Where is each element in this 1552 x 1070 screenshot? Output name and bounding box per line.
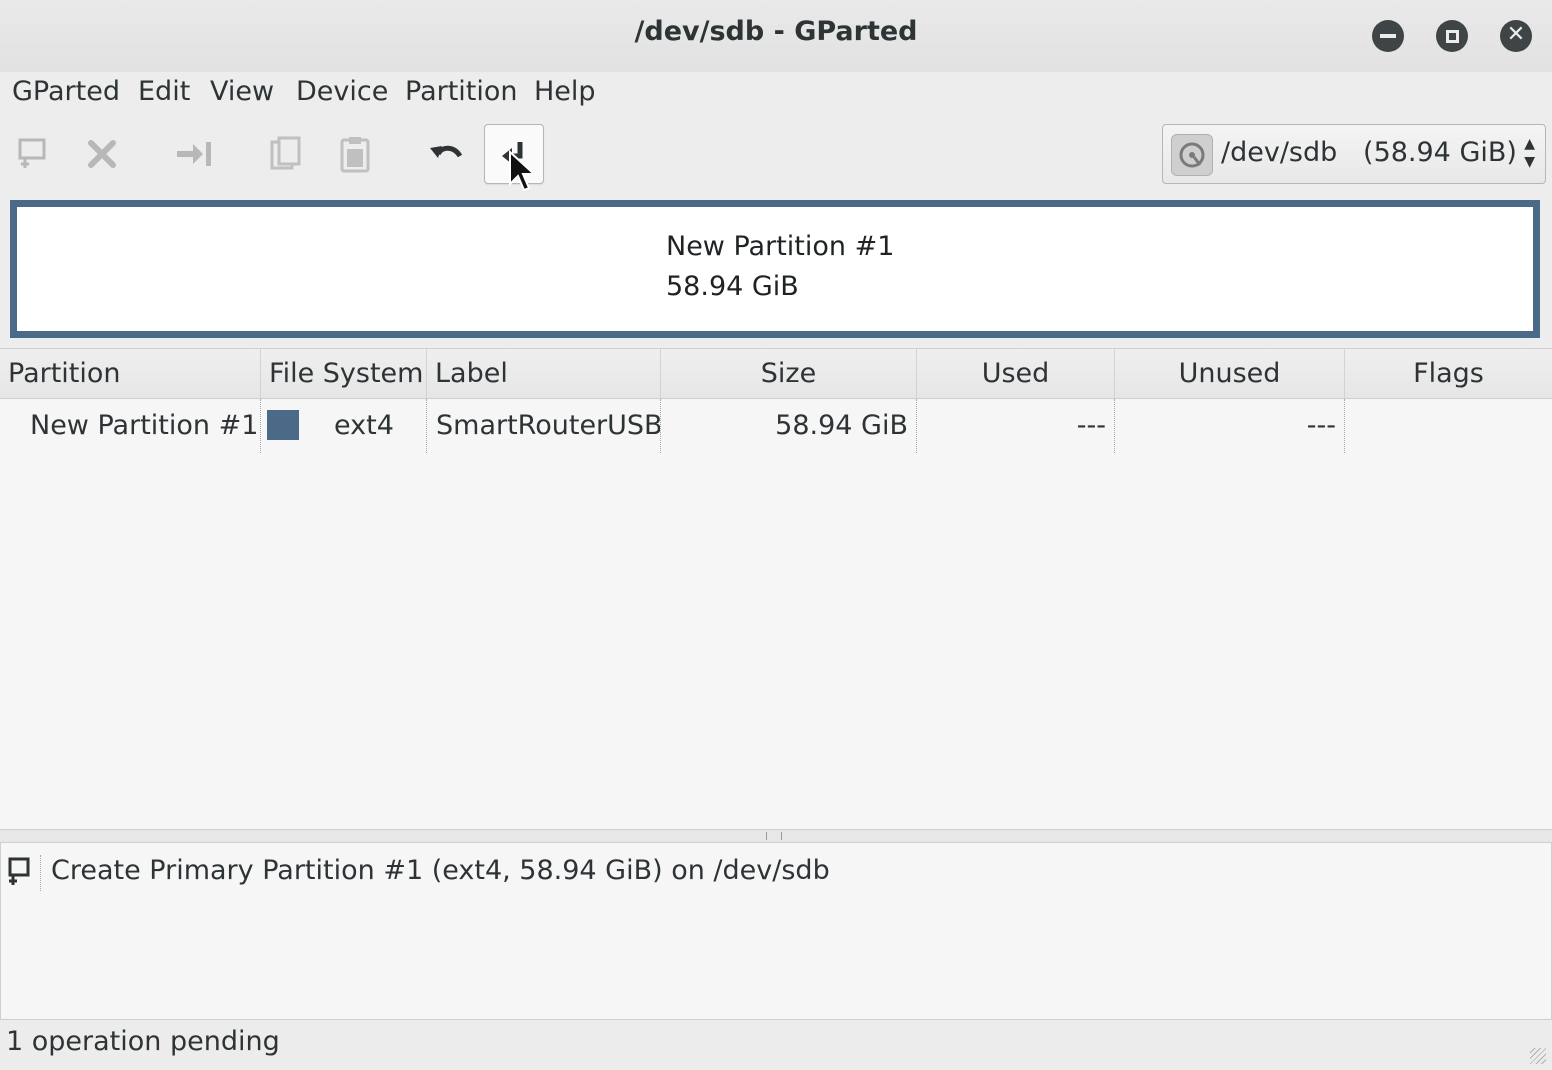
menu-edit[interactable]: Edit bbox=[138, 76, 190, 107]
cell-flags bbox=[1345, 399, 1552, 453]
cell-size: 58.94 GiB bbox=[661, 399, 917, 453]
cell-unused: --- bbox=[1115, 399, 1345, 453]
device-selector[interactable]: /dev/sdb (58.94 GiB) ▲ ▼ bbox=[1162, 124, 1546, 184]
operation-text: Create Primary Partition #1 (ext4, 58.94… bbox=[51, 855, 830, 886]
device-selector-label: /dev/sdb (58.94 GiB) bbox=[1221, 137, 1517, 168]
column-header-file-system[interactable]: File System bbox=[261, 349, 427, 398]
close-icon: ✕ bbox=[1506, 22, 1526, 47]
splitter-grip-icon bbox=[766, 832, 782, 840]
new-partition-icon bbox=[5, 855, 41, 891]
paste-icon bbox=[340, 137, 370, 173]
partition-block[interactable]: New Partition #1 58.94 GiB bbox=[17, 207, 1533, 331]
title-bar[interactable]: /dev/sdb - GParted ✕ bbox=[0, 0, 1552, 72]
column-header-unused[interactable]: Unused bbox=[1115, 349, 1345, 398]
table-header: Partition File System Label Size Used Un… bbox=[0, 349, 1552, 399]
column-header-label[interactable]: Label bbox=[427, 349, 661, 398]
toolbar: /dev/sdb (58.94 GiB) ▲ ▼ bbox=[0, 118, 1552, 194]
minimize-button[interactable] bbox=[1372, 20, 1404, 52]
spin-arrows-icon: ▲ ▼ bbox=[1524, 136, 1535, 170]
resize-move-button[interactable] bbox=[164, 124, 224, 184]
window-title: /dev/sdb - GParted bbox=[634, 16, 918, 47]
disk-map-partition-name: New Partition #1 bbox=[666, 231, 895, 262]
disk-map-partition-size: 58.94 GiB bbox=[666, 271, 799, 302]
device-name: /dev/sdb bbox=[1221, 137, 1338, 168]
menu-partition[interactable]: Partition bbox=[405, 76, 518, 107]
disk-map[interactable]: New Partition #1 58.94 GiB bbox=[10, 200, 1540, 338]
column-header-size[interactable]: Size bbox=[661, 349, 917, 398]
new-partition-icon bbox=[18, 138, 46, 168]
maximize-icon bbox=[1445, 29, 1459, 43]
undo-button[interactable] bbox=[416, 124, 476, 184]
minimize-icon bbox=[1380, 34, 1396, 38]
menu-help[interactable]: Help bbox=[534, 76, 596, 107]
resize-move-icon bbox=[177, 142, 211, 166]
status-text: 1 operation pending bbox=[6, 1026, 280, 1057]
column-header-used[interactable]: Used bbox=[917, 349, 1115, 398]
menu-view[interactable]: View bbox=[210, 76, 274, 107]
device-size: (58.94 GiB) bbox=[1363, 137, 1517, 168]
paste-button[interactable] bbox=[325, 124, 385, 184]
operations-list[interactable]: Create Primary Partition #1 (ext4, 58.94… bbox=[0, 842, 1552, 1020]
resize-grip-icon[interactable] bbox=[1530, 1048, 1546, 1064]
delete-button[interactable] bbox=[72, 124, 132, 184]
cell-label: SmartRouterUSB bbox=[427, 399, 661, 453]
partition-table[interactable]: Partition File System Label Size Used Un… bbox=[0, 348, 1552, 830]
cell-file-system: ext4 bbox=[261, 399, 427, 453]
maximize-button[interactable] bbox=[1436, 20, 1468, 52]
mouse-cursor-icon bbox=[509, 150, 536, 192]
delete-icon bbox=[88, 140, 116, 168]
copy-icon bbox=[270, 136, 301, 170]
filesystem-color-swatch bbox=[267, 410, 299, 440]
close-button[interactable]: ✕ bbox=[1500, 20, 1532, 52]
column-header-flags[interactable]: Flags bbox=[1345, 349, 1552, 398]
table-row[interactable]: New Partition #1 ext4 SmartRouterUSB 58.… bbox=[0, 399, 1552, 453]
status-bar: 1 operation pending bbox=[0, 1020, 1552, 1070]
menu-bar: GParted Edit View Device Partition Help bbox=[0, 72, 1552, 116]
cell-file-system-text: ext4 bbox=[334, 410, 394, 441]
cell-used: --- bbox=[917, 399, 1115, 453]
menu-gparted[interactable]: GParted bbox=[12, 76, 120, 107]
copy-button[interactable] bbox=[255, 124, 315, 184]
cell-partition: New Partition #1 bbox=[0, 399, 261, 453]
undo-icon bbox=[430, 145, 463, 158]
column-header-partition[interactable]: Partition bbox=[0, 349, 261, 398]
menu-device[interactable]: Device bbox=[296, 76, 388, 107]
gparted-window: /dev/sdb - GParted ✕ GParted Edit View D… bbox=[0, 0, 1552, 1070]
new-partition-button[interactable] bbox=[2, 124, 62, 184]
list-item[interactable]: Create Primary Partition #1 (ext4, 58.94… bbox=[1, 847, 1551, 899]
pane-splitter[interactable] bbox=[0, 830, 1552, 842]
harddisk-icon bbox=[1171, 134, 1213, 176]
